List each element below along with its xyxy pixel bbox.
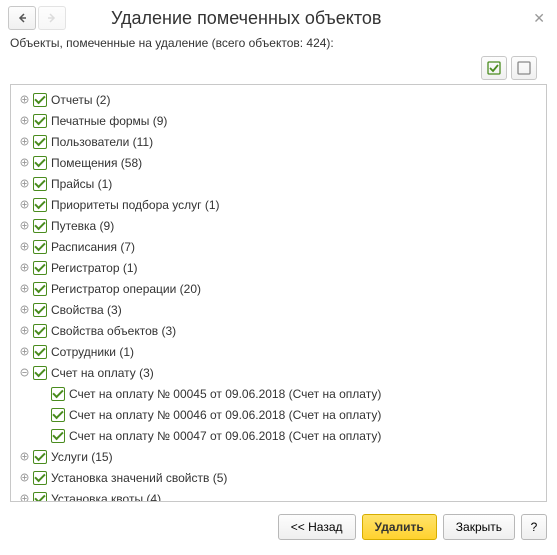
checkbox[interactable] bbox=[33, 345, 47, 359]
tree-row-label: Прайсы (1) bbox=[51, 177, 112, 191]
tree-row-label: Печатные формы (9) bbox=[51, 114, 167, 128]
help-button[interactable]: ? bbox=[521, 514, 547, 540]
checkbox[interactable] bbox=[33, 471, 47, 485]
checkbox[interactable] bbox=[33, 219, 47, 233]
tree-row[interactable]: Пользователи (11) bbox=[13, 131, 544, 152]
collapse-icon[interactable] bbox=[17, 366, 31, 380]
tree-row[interactable]: Счет на оплату № 00047 от 09.06.2018 (Сч… bbox=[13, 425, 544, 446]
tree-row-label: Счет на оплату № 00047 от 09.06.2018 (Сч… bbox=[69, 429, 381, 443]
tree-row-label: Свойства объектов (3) bbox=[51, 324, 176, 338]
tree-row[interactable]: Приоритеты подбора услуг (1) bbox=[13, 194, 544, 215]
tree-row[interactable]: Регистратор (1) bbox=[13, 257, 544, 278]
checkbox[interactable] bbox=[33, 198, 47, 212]
tree-row[interactable]: Помещения (58) bbox=[13, 152, 544, 173]
checkbox[interactable] bbox=[33, 282, 47, 296]
tree-scroll[interactable]: Отчеты (2) Печатные формы (9) Пользователи… bbox=[11, 85, 546, 501]
tree-row-label: Регистратор (1) bbox=[51, 261, 138, 275]
tree-row-label: Счет на оплату (3) bbox=[51, 366, 154, 380]
tree-row[interactable]: Печатные формы (9) bbox=[13, 110, 544, 131]
expand-icon[interactable] bbox=[17, 156, 31, 170]
checkbox[interactable] bbox=[33, 366, 47, 380]
checkbox[interactable] bbox=[33, 135, 47, 149]
expand-icon[interactable] bbox=[17, 198, 31, 212]
tree-row[interactable]: Свойства объектов (3) bbox=[13, 320, 544, 341]
tree-row[interactable]: Прайсы (1) bbox=[13, 173, 544, 194]
checkbox[interactable] bbox=[33, 156, 47, 170]
tree-row-label: Сотрудники (1) bbox=[51, 345, 134, 359]
delete-button[interactable]: Удалить bbox=[362, 514, 437, 540]
tree-row-label: Приоритеты подбора услуг (1) bbox=[51, 198, 220, 212]
expand-icon[interactable] bbox=[17, 93, 31, 107]
expand-icon[interactable] bbox=[17, 135, 31, 149]
tree-row[interactable]: Счет на оплату (3) bbox=[13, 362, 544, 383]
checkbox[interactable] bbox=[51, 387, 65, 401]
checkbox[interactable] bbox=[51, 408, 65, 422]
expand-icon[interactable] bbox=[17, 219, 31, 233]
tree-row[interactable]: Услуги (15) bbox=[13, 446, 544, 467]
checkbox[interactable] bbox=[33, 240, 47, 254]
close-icon[interactable]: ✕ bbox=[529, 10, 549, 27]
tree-row-label: Счет на оплату № 00045 от 09.06.2018 (Сч… bbox=[69, 387, 381, 401]
uncheck-all-icon bbox=[516, 60, 532, 76]
expand-icon[interactable] bbox=[17, 240, 31, 254]
back-button[interactable]: << Назад bbox=[278, 514, 356, 540]
tree-row[interactable]: Счет на оплату № 00046 от 09.06.2018 (Сч… bbox=[13, 404, 544, 425]
tree-row[interactable]: Путевка (9) bbox=[13, 215, 544, 236]
expand-icon[interactable] bbox=[17, 492, 31, 502]
expand-icon[interactable] bbox=[17, 450, 31, 464]
tree-row[interactable]: Установка значений свойств (5) bbox=[13, 467, 544, 488]
tree-row[interactable]: Свойства (3) bbox=[13, 299, 544, 320]
check-all-icon bbox=[486, 60, 502, 76]
tree-row-label: Счет на оплату № 00046 от 09.06.2018 (Сч… bbox=[69, 408, 381, 422]
arrow-right-icon bbox=[47, 13, 57, 23]
checkbox[interactable] bbox=[33, 492, 47, 502]
nav-forward-button bbox=[38, 6, 66, 30]
expand-icon[interactable] bbox=[17, 282, 31, 296]
arrow-left-icon bbox=[17, 13, 27, 23]
tree-row-label: Расписания (7) bbox=[51, 240, 135, 254]
expand-icon[interactable] bbox=[17, 324, 31, 338]
checkbox[interactable] bbox=[33, 303, 47, 317]
expand-icon[interactable] bbox=[17, 303, 31, 317]
tree-row-label: Отчеты (2) bbox=[51, 93, 110, 107]
tree-row-label: Установка значений свойств (5) bbox=[51, 471, 227, 485]
checkbox[interactable] bbox=[33, 324, 47, 338]
tree-row-label: Пользователи (11) bbox=[51, 135, 153, 149]
nav-back-button[interactable] bbox=[8, 6, 36, 30]
check-all-button[interactable] bbox=[481, 56, 507, 80]
expand-icon[interactable] bbox=[17, 471, 31, 485]
tree-row[interactable]: Регистратор операции (20) bbox=[13, 278, 544, 299]
checkbox[interactable] bbox=[33, 450, 47, 464]
tree-row-label: Свойства (3) bbox=[51, 303, 122, 317]
page-title: Удаление помеченных объектов bbox=[81, 8, 529, 29]
tree-row-label: Помещения (58) bbox=[51, 156, 142, 170]
expand-icon[interactable] bbox=[17, 261, 31, 275]
checkbox[interactable] bbox=[33, 261, 47, 275]
expand-icon[interactable] bbox=[17, 177, 31, 191]
tree-row[interactable]: Отчеты (2) bbox=[13, 89, 544, 110]
checkbox[interactable] bbox=[33, 93, 47, 107]
expand-icon[interactable] bbox=[17, 345, 31, 359]
checkbox[interactable] bbox=[51, 429, 65, 443]
tree-row[interactable]: Счет на оплату № 00045 от 09.06.2018 (Сч… bbox=[13, 383, 544, 404]
expand-icon[interactable] bbox=[17, 114, 31, 128]
checkbox[interactable] bbox=[33, 114, 47, 128]
tree-row[interactable]: Установка квоты (4) bbox=[13, 488, 544, 501]
tree-row-label: Услуги (15) bbox=[51, 450, 113, 464]
tree-row[interactable]: Сотрудники (1) bbox=[13, 341, 544, 362]
tree-row[interactable]: Расписания (7) bbox=[13, 236, 544, 257]
tree-container: Отчеты (2) Печатные формы (9) Пользователи… bbox=[10, 84, 547, 502]
checkbox[interactable] bbox=[33, 177, 47, 191]
subtitle-label: Объекты, помеченные на удаление (всего о… bbox=[0, 34, 557, 56]
tree-row-label: Путевка (9) bbox=[51, 219, 114, 233]
tree-row-label: Установка квоты (4) bbox=[51, 492, 161, 502]
tree-row-label: Регистратор операции (20) bbox=[51, 282, 201, 296]
close-button[interactable]: Закрыть bbox=[443, 514, 515, 540]
uncheck-all-button[interactable] bbox=[511, 56, 537, 80]
